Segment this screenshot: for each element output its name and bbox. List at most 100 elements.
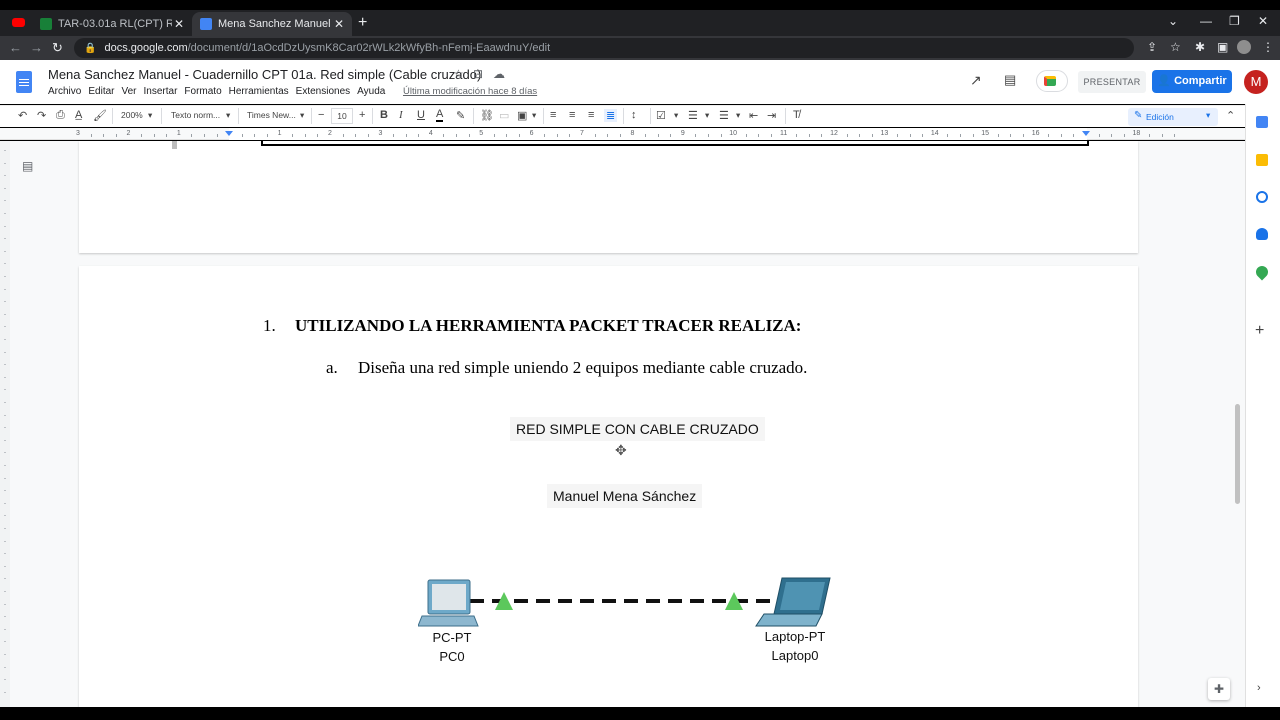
document-outline-icon[interactable]: ▤ [22, 159, 33, 173]
decrease-indent-icon[interactable]: ⇤ [749, 109, 758, 122]
maximize-icon[interactable]: ❐ [1229, 14, 1240, 28]
justify-icon[interactable]: ≣ [604, 109, 618, 122]
font-size-input[interactable]: 10 [331, 108, 353, 124]
share-page-icon[interactable]: ⇪ [1147, 40, 1157, 54]
add-comment-icon[interactable]: ▭ [499, 109, 509, 122]
comments-icon[interactable]: ▤ [1004, 72, 1016, 88]
vertical-ruler-tick [4, 326, 6, 328]
network-diagram[interactable] [418, 570, 838, 630]
align-right-icon[interactable]: ≡ [588, 109, 594, 121]
side-panel-icon[interactable]: ▣ [1217, 40, 1228, 54]
tab-search-icon[interactable]: ⌄ [1168, 14, 1178, 28]
insert-image-icon[interactable]: ▣ [517, 109, 527, 122]
link-icon[interactable]: ⛓ [480, 109, 494, 122]
spellcheck-icon[interactable]: A̲ [75, 109, 82, 121]
italic-icon[interactable]: I [399, 109, 403, 121]
browser-menu-icon[interactable]: ⋮ [1262, 40, 1274, 54]
present-button[interactable]: PRESENTAR [1078, 71, 1146, 93]
redo-icon[interactable]: ↷ [37, 109, 46, 122]
increase-indent-icon[interactable]: ⇥ [767, 109, 776, 122]
meet-button[interactable] [1036, 70, 1068, 92]
move-folder-icon[interactable]: ⊡ [473, 67, 483, 81]
menu-ayuda[interactable]: Ayuda [357, 86, 385, 97]
font-select[interactable]: Times New... [247, 110, 296, 120]
underline-icon[interactable]: U [417, 109, 425, 121]
docs-logo-icon[interactable] [16, 71, 32, 93]
sub-list-text[interactable]: Diseña una red simple uniendo 2 equipos … [358, 358, 807, 378]
heading-text[interactable]: UTILIZANDO LA HERRAMIENTA PACKET TRACER … [295, 316, 801, 336]
calendar-icon[interactable] [1256, 116, 1268, 128]
vertical-ruler-tick [4, 465, 6, 466]
checklist-icon[interactable]: ☑ [656, 109, 666, 122]
close-window-icon[interactable]: ✕ [1258, 14, 1268, 28]
close-icon[interactable]: ✕ [172, 17, 186, 31]
bold-icon[interactable]: B [380, 109, 388, 121]
numbered-list-icon[interactable]: ☰ [719, 109, 729, 122]
document-title[interactable]: Mena Sanchez Manuel - Cuadernillo CPT 01… [48, 67, 481, 82]
print-icon[interactable]: ⎙ [56, 109, 65, 122]
chevron-down-icon[interactable]: ▾ [1206, 110, 1210, 121]
explore-icon[interactable]: ✚ [1208, 678, 1230, 700]
chevron-down-icon[interactable]: ▾ [705, 110, 709, 121]
chevron-down-icon[interactable]: ▾ [736, 110, 740, 121]
increase-size-icon[interactable]: + [359, 109, 365, 121]
keep-icon[interactable] [1256, 154, 1268, 166]
add-addon-icon[interactable]: + [1255, 322, 1264, 340]
chevron-down-icon[interactable]: ▾ [674, 110, 678, 121]
menu-formato[interactable]: Formato [184, 86, 221, 97]
menu-editar[interactable]: Editar [88, 86, 114, 97]
chevron-right-icon[interactable]: › [1257, 682, 1261, 694]
pencil-icon: ✎ [1134, 110, 1143, 121]
align-left-icon[interactable]: ≡ [550, 109, 556, 121]
chevron-down-icon[interactable]: ▾ [226, 110, 230, 121]
new-tab-icon[interactable]: + [358, 14, 367, 32]
avatar[interactable]: M [1244, 70, 1268, 94]
diagram-title-note[interactable]: RED SIMPLE CON CABLE CRUZADO [510, 417, 765, 441]
last-edit-link[interactable]: Última modificación hace 8 días [403, 86, 537, 97]
scrollbar-thumb[interactable] [1235, 404, 1240, 504]
menu-ver[interactable]: Ver [121, 86, 136, 97]
reload-icon[interactable]: ↻ [52, 40, 63, 56]
share-button[interactable]: 👤 Compartir [1152, 70, 1232, 93]
browser-profile-avatar[interactable] [1237, 40, 1251, 54]
chevron-down-icon[interactable]: ▾ [532, 110, 536, 121]
chevron-down-icon[interactable]: ▾ [300, 110, 304, 121]
align-center-icon[interactable]: ≡ [569, 109, 575, 121]
minimize-icon[interactable]: — [1200, 14, 1212, 28]
ruler-tick [569, 134, 571, 137]
hide-menus-icon[interactable]: ⌃ [1226, 109, 1235, 122]
cloud-status-icon[interactable]: ☁ [493, 67, 505, 81]
activity-trend-icon[interactable]: ↗ [970, 72, 982, 89]
menu-archivo[interactable]: Archivo [48, 86, 81, 97]
back-icon[interactable]: ← [9, 40, 22, 55]
bookmark-star-icon[interactable]: ☆ [1170, 40, 1181, 54]
undo-icon[interactable]: ↶ [18, 109, 27, 122]
tasks-icon[interactable] [1256, 191, 1268, 203]
decrease-size-icon[interactable]: − [318, 109, 324, 121]
style-select[interactable]: Texto norm... [171, 110, 220, 120]
menu-extensiones[interactable]: Extensiones [296, 86, 350, 97]
forward-icon[interactable]: → [30, 40, 43, 55]
star-icon[interactable]: ☆ [453, 67, 464, 81]
chevron-down-icon[interactable]: ▾ [148, 110, 152, 121]
diagram-author-note[interactable]: Manuel Mena Sánchez [547, 484, 703, 508]
paint-format-icon[interactable]: 🖌 [93, 109, 107, 122]
line-spacing-icon[interactable]: ↕ [631, 109, 637, 121]
browser-tab-2[interactable]: Mena Sanchez Manuel - Cuadern ✕ [192, 12, 352, 36]
url-input[interactable]: 🔒 docs.google.com /document/d/1aOcdDzUys… [74, 38, 1134, 58]
browser-tab-1[interactable]: TAR-03.01a RL(CPT) Red Simple.. ✕ [32, 12, 192, 36]
right-indent-marker[interactable] [1082, 131, 1090, 136]
ruler-tick [292, 134, 294, 137]
contacts-icon[interactable] [1256, 228, 1268, 240]
clear-formatting-icon[interactable]: T̸ [793, 109, 800, 121]
text-color-icon[interactable]: A [436, 109, 444, 122]
bulleted-list-icon[interactable]: ☰ [688, 109, 698, 122]
menu-herramientas[interactable]: Herramientas [229, 86, 289, 97]
close-icon[interactable]: ✕ [332, 17, 346, 31]
youtube-icon [12, 18, 25, 27]
highlight-icon[interactable]: ✎ [456, 109, 465, 122]
left-indent-marker[interactable] [225, 131, 233, 136]
zoom-select[interactable]: 200% [121, 110, 143, 120]
extensions-icon[interactable]: ✱ [1195, 40, 1205, 54]
menu-insertar[interactable]: Insertar [144, 86, 178, 97]
